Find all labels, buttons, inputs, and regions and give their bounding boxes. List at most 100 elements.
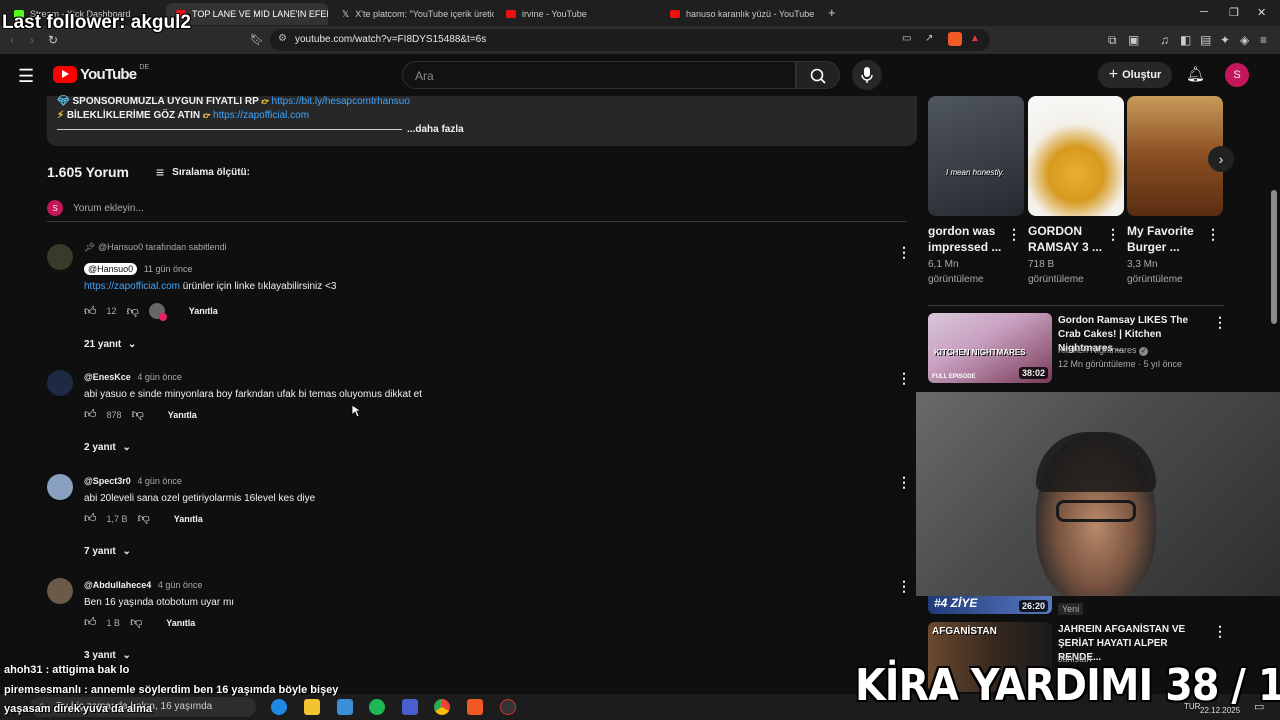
views-count: 718 B bbox=[1028, 259, 1055, 270]
replies-toggle[interactable]: 2 yanıt ⌄ bbox=[84, 442, 131, 453]
cast-icon[interactable]: ▭ bbox=[902, 33, 911, 44]
restore-icon[interactable]: ❐ bbox=[1229, 6, 1239, 19]
wallet-icon[interactable]: ▣ bbox=[1128, 33, 1139, 47]
music-icon[interactable]: ♫ bbox=[1160, 33, 1169, 47]
like-icon[interactable]: 👍︎ bbox=[84, 304, 97, 319]
dislike-icon[interactable]: 👎︎ bbox=[138, 511, 150, 526]
extensions-icon[interactable]: ⧉ bbox=[1108, 33, 1117, 48]
file-explorer-icon[interactable] bbox=[304, 699, 320, 715]
comment-item: @Spect3r0 4 gün önce abi 20leveli sana o… bbox=[47, 474, 917, 574]
replies-toggle[interactable]: 3 yanıt ⌄ bbox=[84, 650, 131, 661]
short-menu-icon[interactable]: ⋮ bbox=[1007, 226, 1021, 243]
tab-x-post[interactable]: 𝕏 X'te platcom: "YouTube içerik üretici bbox=[332, 3, 494, 25]
bookmark-icon[interactable]: 🔖︎ bbox=[250, 33, 264, 46]
brave-icon[interactable] bbox=[467, 699, 483, 715]
comment-menu-icon[interactable]: ⋮ bbox=[897, 474, 911, 491]
edge-icon[interactable] bbox=[271, 699, 287, 715]
channel-name[interactable]: Kitchen Nightmares ✓ bbox=[1058, 343, 1149, 358]
create-button[interactable]: + Oluştur bbox=[1098, 62, 1172, 88]
brave-shield-icon[interactable] bbox=[948, 32, 962, 46]
short-title[interactable]: My Favorite Burger ... bbox=[1127, 223, 1207, 255]
reply-button[interactable]: Yanıtla bbox=[166, 618, 195, 628]
comment-time[interactable]: 4 gün önce bbox=[137, 372, 182, 382]
new-tab-button[interactable]: + bbox=[828, 5, 836, 20]
sidebar-icon[interactable]: ◧ bbox=[1180, 33, 1191, 47]
author-chip[interactable]: @Hansuo0 bbox=[84, 263, 138, 275]
comment-item: @Abdullahece4 4 gün önce Ben 16 yaşında … bbox=[47, 578, 917, 678]
reply-button[interactable]: Yanıtla bbox=[174, 514, 203, 524]
short-menu-icon[interactable]: ⋮ bbox=[1206, 226, 1220, 243]
commenter-avatar[interactable] bbox=[47, 578, 73, 604]
site-info-icon[interactable]: ⚙ bbox=[278, 33, 287, 44]
bracelet-link[interactable]: https://zapofficial.com bbox=[213, 110, 309, 121]
vpn-icon[interactable]: ◈ bbox=[1240, 33, 1249, 47]
like-icon[interactable]: 👍︎ bbox=[84, 407, 97, 422]
video-description[interactable]: 💎︎ SPONSORUMUZLA UYGUN FIYATLI RP 👉︎ htt… bbox=[47, 96, 917, 146]
brave-rewards-icon[interactable]: ▲ bbox=[970, 33, 980, 44]
short-thumbnail[interactable]: I mean honestly. bbox=[928, 96, 1024, 216]
tab-hanuso[interactable]: hanuso karanlık yüzü - YouTube bbox=[660, 3, 822, 25]
like-icon[interactable]: 👍︎ bbox=[84, 615, 97, 630]
page-scrollbar[interactable] bbox=[1271, 190, 1277, 324]
commenter-avatar[interactable] bbox=[47, 474, 73, 500]
dislike-icon[interactable]: 👎︎ bbox=[132, 407, 144, 422]
account-avatar[interactable]: S bbox=[1225, 63, 1249, 87]
reload-icon[interactable]: ↻ bbox=[48, 33, 58, 47]
obs-icon[interactable] bbox=[500, 699, 516, 715]
commenter-avatar[interactable] bbox=[47, 370, 73, 396]
video-menu-icon[interactable]: ⋮ bbox=[1213, 314, 1227, 331]
short-thumbnail[interactable] bbox=[1028, 96, 1124, 216]
comment-time[interactable]: 4 gün önce bbox=[137, 476, 182, 486]
show-more-link[interactable]: ...daha fazla bbox=[407, 124, 464, 135]
sponsor-link[interactable]: https://bit.ly/hesapcomtrhansuo bbox=[272, 96, 410, 107]
chrome-icon[interactable] bbox=[434, 699, 450, 715]
url-field[interactable]: ⚙ youtube.com/watch?v=FI8DYS15488&t=6s ▭… bbox=[270, 29, 990, 51]
add-comment-input[interactable]: S Yorum ekleyin... bbox=[47, 200, 907, 222]
reply-button[interactable]: Yanıtla bbox=[168, 410, 197, 420]
youtube-logo[interactable]: YouTube DE bbox=[53, 64, 149, 83]
voice-search-button[interactable] bbox=[852, 60, 882, 90]
dislike-icon[interactable]: 👎︎ bbox=[127, 304, 139, 319]
search-button[interactable] bbox=[796, 61, 840, 89]
share-icon[interactable]: ↗ bbox=[925, 33, 933, 44]
leo-icon[interactable]: ✦ bbox=[1220, 33, 1230, 47]
minimize-icon[interactable]: ─ bbox=[1200, 6, 1208, 18]
short-menu-icon[interactable]: ⋮ bbox=[1106, 226, 1120, 243]
comment-author[interactable]: @Spect3r0 bbox=[84, 476, 131, 486]
replies-toggle[interactable]: 7 yanıt ⌄ bbox=[84, 546, 131, 557]
back-icon[interactable]: ‹ bbox=[10, 33, 14, 47]
menu-icon[interactable]: ≡ bbox=[1260, 33, 1267, 47]
video-thumbnail[interactable]: #4 ZİYE 26:20 bbox=[928, 596, 1052, 614]
hamburger-menu-icon[interactable]: ☰ bbox=[18, 66, 34, 87]
comment-time[interactable]: 11 gün önce bbox=[144, 264, 193, 274]
comment-menu-icon[interactable]: ⋮ bbox=[897, 370, 911, 387]
comment-author[interactable]: @EnesKce bbox=[84, 372, 131, 382]
video-thumbnail[interactable]: KITCHEN NIGHTMARES FULL EPISODE 38:02 bbox=[928, 313, 1052, 383]
forward-icon[interactable]: › bbox=[30, 33, 34, 47]
short-title[interactable]: GORDON RAMSAY 3 ... bbox=[1028, 223, 1108, 255]
dislike-icon[interactable]: 👎︎ bbox=[130, 615, 142, 630]
wallet2-icon[interactable]: ▤ bbox=[1200, 33, 1211, 47]
comment-menu-icon[interactable]: ⋮ bbox=[897, 244, 911, 261]
notifications-bell-icon[interactable]: 🔔︎ bbox=[1186, 65, 1205, 83]
chevron-right-icon[interactable]: › bbox=[1208, 146, 1234, 172]
spotify-icon[interactable] bbox=[369, 699, 385, 715]
comment-link[interactable]: https://zapofficial.com bbox=[84, 281, 180, 292]
comment-time[interactable]: 4 gün önce bbox=[158, 580, 203, 590]
commenter-avatar[interactable] bbox=[47, 244, 73, 270]
search-input[interactable]: Ara bbox=[402, 61, 796, 89]
replies-count: 7 yanıt bbox=[84, 546, 116, 557]
reply-button[interactable]: Yanıtla bbox=[189, 306, 218, 316]
tab-irvine[interactable]: irvine - YouTube bbox=[496, 3, 658, 25]
chevron-down-icon: ⌄ bbox=[122, 546, 131, 557]
comment-author[interactable]: @Abdullahece4 bbox=[84, 580, 151, 590]
like-icon[interactable]: 👍︎ bbox=[84, 511, 97, 526]
close-window-icon[interactable]: ✕ bbox=[1257, 6, 1266, 19]
short-title[interactable]: gordon was impressed ... bbox=[928, 223, 1008, 255]
sort-button[interactable]: ≡ Sıralama ölçütü: bbox=[156, 164, 250, 180]
calculator-icon[interactable] bbox=[402, 699, 418, 715]
comment-menu-icon[interactable]: ⋮ bbox=[897, 578, 911, 595]
replies-toggle[interactable]: 21 yanıt ⌄ bbox=[84, 339, 136, 350]
store-icon[interactable] bbox=[337, 699, 353, 715]
video-menu-icon[interactable]: ⋮ bbox=[1213, 623, 1227, 640]
